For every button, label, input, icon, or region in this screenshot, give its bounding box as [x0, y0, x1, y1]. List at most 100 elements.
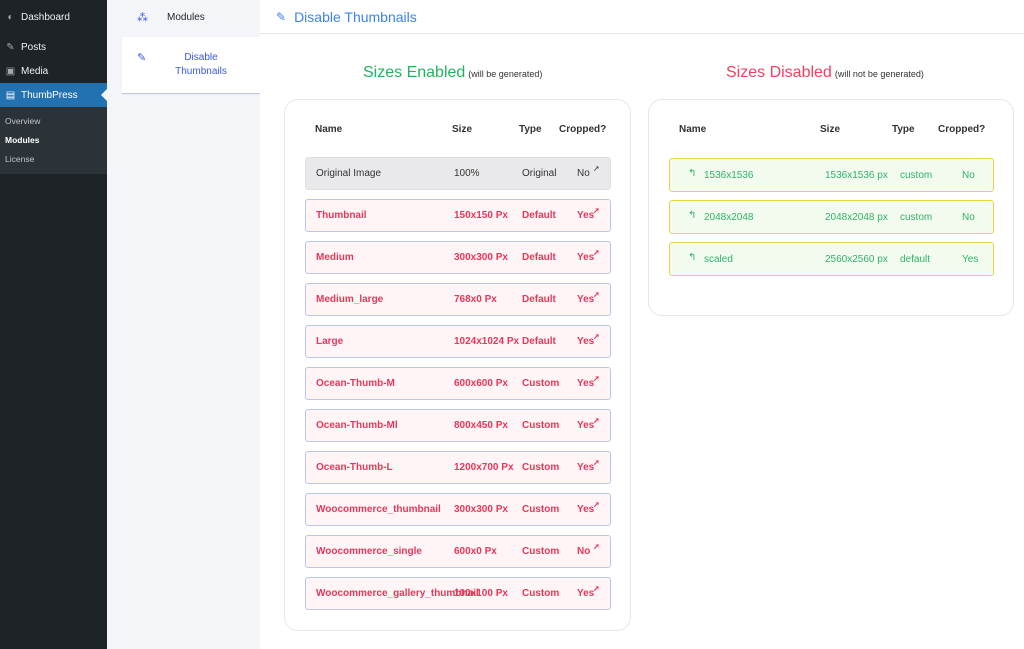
cell-size: 150x150 Px: [454, 210, 508, 221]
cell-size: 2560x2560 px: [825, 254, 888, 265]
col-size: Size: [820, 124, 841, 135]
restore-icon[interactable]: ↰: [688, 210, 696, 221]
cell-cropped[interactable]: Yes: [577, 210, 594, 221]
enabled-row[interactable]: Medium 300x300 Px Default Yes ➚: [305, 241, 611, 274]
disable-arrow-icon[interactable]: ➚: [593, 416, 600, 425]
enabled-table-header: Name Size Type Cropped?: [285, 124, 630, 138]
cell-cropped[interactable]: No: [577, 168, 590, 179]
wp-admin-sidebar: ◐ Dashboard ✎ Posts ▣ Media ▤ ThumbPress…: [0, 0, 107, 649]
wp-menu-label: Media: [21, 65, 49, 77]
pencil-icon: ✎: [137, 52, 147, 64]
disabled-row[interactable]: ↰ 1536x1536 1536x1536 px custom No: [669, 158, 994, 192]
disable-arrow-icon[interactable]: ➚: [593, 248, 600, 257]
wp-submenu-license[interactable]: License: [0, 149, 107, 168]
enabled-row[interactable]: Original Image 100% Original No ➚: [305, 157, 611, 190]
enabled-row[interactable]: Ocean-Thumb-Ml 800x450 Px Custom Yes ➚: [305, 409, 611, 442]
disable-arrow-icon[interactable]: ➚: [593, 206, 600, 215]
cell-cropped[interactable]: Yes: [577, 462, 594, 473]
cell-name: scaled: [704, 254, 733, 265]
disabled-table-header: Name Size Type Cropped?: [649, 124, 1013, 138]
cell-cropped[interactable]: Yes: [577, 420, 594, 431]
cell-cropped: Yes: [962, 254, 979, 265]
enabled-row[interactable]: Medium_large 768x0 Px Default Yes ➚: [305, 283, 611, 316]
enabled-row[interactable]: Ocean-Thumb-M 600x600 Px Custom Yes ➚: [305, 367, 611, 400]
wp-menu-thumbpress[interactable]: ▤ ThumbPress: [0, 83, 107, 107]
disable-arrow-icon[interactable]: ➚: [593, 164, 600, 173]
cell-name: Ocean-Thumb-L: [316, 462, 393, 473]
cell-type: Custom: [522, 546, 560, 557]
cell-name: Ocean-Thumb-Ml: [316, 420, 398, 431]
dashboard-icon: ◐: [7, 11, 14, 23]
cell-name: Woocommerce_single: [316, 546, 422, 557]
enabled-section-title: Sizes Enabled (will be generated): [363, 64, 542, 82]
thumbpress-icon: ▤: [5, 89, 16, 101]
wp-menu-label: Dashboard: [21, 11, 70, 23]
wp-submenu-overview[interactable]: Overview: [0, 111, 107, 130]
enabled-row[interactable]: Woocommerce_gallery_thumbnail 100x100 Px C…: [305, 577, 611, 610]
cell-size: 768x0 Px: [454, 294, 497, 305]
cell-name: 1536x1536: [704, 170, 754, 181]
plugin-nav: ⁂ Modules ✎ Disable Thumbnails: [107, 0, 260, 649]
cell-cropped[interactable]: Yes: [577, 504, 594, 515]
cell-type: Original: [522, 168, 557, 179]
disabled-row[interactable]: ↰ scaled 2560x2560 px default Yes: [669, 242, 994, 276]
nav-modules[interactable]: ⁂ Modules: [107, 0, 260, 34]
pencil-icon: ✎: [276, 9, 287, 24]
enabled-row[interactable]: Thumbnail 150x150 Px Default Yes ➚: [305, 199, 611, 232]
cell-cropped[interactable]: Yes: [577, 378, 594, 389]
cell-cropped[interactable]: No: [577, 546, 590, 557]
cell-name: Large: [316, 336, 344, 347]
wp-menu-media[interactable]: ▣ Media: [0, 59, 107, 83]
cell-size: 300x300 Px: [454, 504, 508, 515]
cell-size: 600x0 Px: [454, 546, 497, 557]
col-name: Name: [679, 124, 707, 135]
enabled-row[interactable]: Woocommerce_single 600x0 Px Custom No ➚: [305, 535, 611, 568]
cell-cropped[interactable]: Yes: [577, 588, 594, 599]
cell-cropped[interactable]: Yes: [577, 294, 594, 305]
col-size: Size: [452, 124, 473, 135]
cell-type: Default: [522, 210, 556, 221]
cell-type: Default: [522, 252, 556, 263]
cell-name: Medium: [316, 252, 354, 263]
cell-size: 300x300 Px: [454, 252, 508, 263]
wp-submenu-modules[interactable]: Modules: [0, 130, 107, 149]
restore-icon[interactable]: ↰: [688, 252, 696, 263]
modules-icon: ⁂: [137, 11, 148, 24]
nav-disable-thumbnails[interactable]: ✎ Disable Thumbnails: [122, 37, 260, 94]
page-title: Disable Thumbnails: [294, 8, 417, 25]
cell-size: 800x450 Px: [454, 420, 508, 431]
restore-icon[interactable]: ↰: [688, 168, 696, 179]
cell-size: 100%: [454, 168, 480, 179]
wp-menu-label: Posts: [21, 41, 47, 53]
disable-arrow-icon[interactable]: ➚: [593, 542, 600, 551]
enabled-row[interactable]: Woocommerce_thumbnail 300x300 Px Custom Yes…: [305, 493, 611, 526]
disable-arrow-icon[interactable]: ➚: [593, 374, 600, 383]
disabled-subtitle: (will not be generated): [834, 69, 924, 79]
wp-menu-dashboard[interactable]: ◐ Dashboard: [0, 5, 107, 29]
disable-arrow-icon[interactable]: ➚: [593, 332, 600, 341]
cell-type: Custom: [522, 462, 560, 473]
cell-size: 1024x1024 Px: [454, 336, 520, 347]
disable-arrow-icon[interactable]: ➚: [593, 584, 600, 593]
cell-type: custom: [900, 212, 933, 223]
cell-cropped[interactable]: Yes: [577, 252, 594, 263]
wp-menu-posts[interactable]: ✎ Posts: [0, 35, 107, 59]
cell-type: Custom: [522, 504, 560, 515]
cell-name: Medium_large: [316, 294, 384, 305]
cell-type: Default: [522, 336, 556, 347]
disable-arrow-icon[interactable]: ➚: [593, 458, 600, 467]
enabled-panel: Name Size Type Cropped? Original Image 10…: [284, 99, 631, 631]
disable-arrow-icon[interactable]: ➚: [593, 500, 600, 509]
cell-type: Custom: [522, 378, 560, 389]
disabled-row[interactable]: ↰ 2048x2048 2048x2048 px custom No: [669, 200, 994, 234]
media-icon: ▣: [5, 65, 16, 77]
cell-type: Default: [522, 294, 556, 305]
enabled-subtitle: (will be generated): [468, 69, 543, 79]
enabled-row[interactable]: Ocean-Thumb-L 1200x700 Px Custom Yes ➚: [305, 451, 611, 484]
disable-arrow-icon[interactable]: ➚: [593, 290, 600, 299]
cell-cropped: No: [962, 170, 975, 181]
enabled-row[interactable]: Large 1024x1024 Px Default Yes ➚: [305, 325, 611, 358]
cell-cropped[interactable]: Yes: [577, 336, 594, 347]
col-type: Type: [892, 124, 915, 135]
cell-size: 1200x700 Px: [454, 462, 514, 473]
